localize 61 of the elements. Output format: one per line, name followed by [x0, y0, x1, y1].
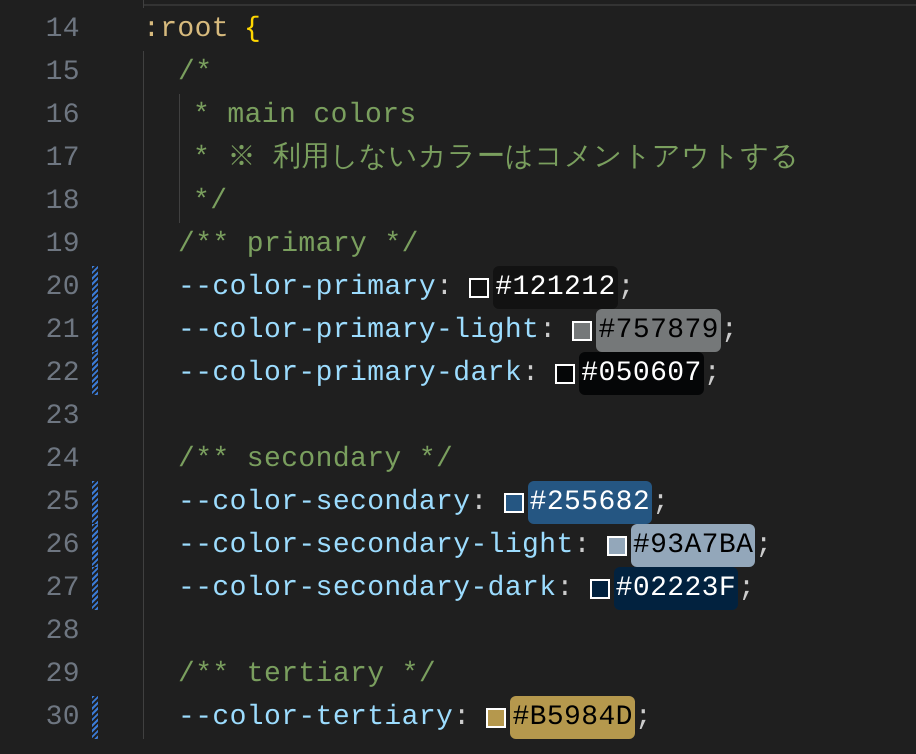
color-value: #B5984D	[510, 696, 635, 739]
semicolon: ;	[738, 572, 756, 606]
css-property: --color-primary	[178, 271, 436, 305]
semicolon: ;	[618, 271, 635, 305]
color-swatch-icon[interactable]	[504, 492, 524, 512]
code-comment: */	[193, 185, 228, 219]
semicolon: ;	[755, 529, 772, 563]
colon: :	[453, 701, 470, 735]
css-property: --color-secondary-dark	[178, 572, 556, 606]
colon: :	[556, 572, 574, 606]
color-value: #050607	[579, 352, 704, 395]
code-comment: /** secondary */	[178, 443, 454, 477]
color-swatch-icon[interactable]	[606, 536, 627, 556]
color-value: #757879	[596, 309, 721, 352]
line-number: 26	[44, 529, 80, 563]
color-swatch-icon[interactable]	[555, 364, 576, 384]
code-comment: * main colors	[193, 99, 417, 133]
open-brace: {	[244, 13, 262, 47]
color-value: #93A7BA	[630, 524, 756, 567]
color-value: #02223F	[614, 567, 738, 610]
css-property: --color-primary-light	[178, 314, 540, 348]
semicolon: ;	[652, 486, 670, 520]
line-number: 23	[44, 400, 80, 434]
line-number: 15	[44, 56, 80, 90]
color-swatch-icon[interactable]	[469, 278, 490, 298]
colon: :	[470, 486, 488, 520]
line-number: 24	[44, 443, 80, 477]
line-number: 27	[44, 572, 80, 606]
css-property: --color-secondary	[178, 486, 470, 520]
color-swatch-icon[interactable]	[572, 320, 592, 340]
code-comment: * ※ 利用しないカラーはコメントアウトする	[193, 141, 800, 176]
css-property: --color-tertiary	[178, 701, 454, 735]
line-number: 17	[44, 142, 80, 176]
colon: :	[539, 314, 556, 348]
code-comment: /** primary */	[178, 228, 419, 262]
semicolon: ;	[720, 314, 738, 348]
line-number: 30	[44, 701, 80, 735]
css-property: --color-primary-dark	[178, 357, 522, 391]
color-swatch-icon[interactable]	[486, 708, 506, 728]
line-number: 29	[44, 658, 80, 692]
line-number: 21	[44, 314, 80, 348]
line-number: 28	[44, 615, 80, 649]
line-number: 25	[44, 486, 80, 520]
line-number: 19	[44, 228, 80, 262]
line-number: 14	[44, 13, 80, 47]
colon: :	[436, 271, 454, 305]
code-comment: /*	[178, 56, 212, 90]
code-comment: /** tertiary */	[178, 658, 436, 692]
line-number: 16	[44, 99, 80, 133]
semicolon: ;	[634, 701, 652, 735]
color-value: #255682	[528, 481, 652, 524]
line-number: 22	[44, 357, 80, 391]
color-value: #121212	[493, 266, 618, 309]
css-selector: :root	[143, 13, 230, 47]
line-number: 20	[44, 271, 80, 305]
semicolon: ;	[704, 357, 721, 391]
css-property: --color-secondary-light	[178, 529, 574, 563]
line-number: 18	[44, 185, 80, 219]
colon: :	[574, 529, 591, 563]
colon: :	[522, 357, 540, 391]
color-swatch-icon[interactable]	[590, 578, 610, 598]
